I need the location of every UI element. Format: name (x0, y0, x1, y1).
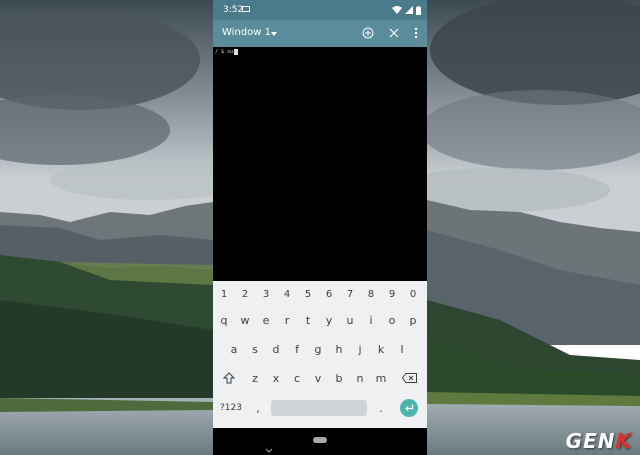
overflow-menu-button[interactable] (409, 26, 423, 40)
key-i[interactable]: i (361, 310, 381, 330)
key-a[interactable]: a (224, 339, 244, 359)
key-j[interactable]: j (350, 339, 370, 359)
watermark-text: GEN (565, 429, 616, 453)
key-7[interactable]: 7 (340, 284, 360, 304)
space-bar[interactable] (271, 400, 367, 416)
terminal-toolbar: Window 1 (213, 20, 427, 47)
more-vert-icon (414, 27, 418, 39)
close-icon (389, 28, 399, 38)
key-g[interactable]: g (308, 339, 328, 359)
backspace-key[interactable] (399, 368, 419, 388)
key-1[interactable]: 1 (214, 284, 234, 304)
new-window-button[interactable] (361, 26, 375, 40)
phone-screen: 3:52 Window 1 / $ su 1 2 3 4 5 6 7 8 9 0… (213, 0, 427, 455)
key-y[interactable]: y (319, 310, 339, 330)
keyboard-row-3: z x c v b n m (213, 368, 427, 388)
status-icons (392, 4, 421, 16)
nav-home-button[interactable] (313, 437, 327, 443)
key-u[interactable]: u (340, 310, 360, 330)
key-m[interactable]: m (371, 368, 391, 388)
terminal-area[interactable]: / $ su (213, 47, 427, 281)
battery-icon (416, 5, 421, 15)
comma-key[interactable]: , (250, 400, 266, 416)
key-k[interactable]: k (371, 339, 391, 359)
keyboard-number-row: 1 2 3 4 5 6 7 8 9 0 (213, 284, 427, 304)
terminal-prompt-text: / $ su (215, 49, 234, 55)
key-2[interactable]: 2 (235, 284, 255, 304)
chevron-down-icon (265, 448, 273, 453)
key-o[interactable]: o (382, 310, 402, 330)
key-8[interactable]: 8 (361, 284, 381, 304)
key-b[interactable]: b (329, 368, 349, 388)
key-f[interactable]: f (287, 339, 307, 359)
key-d[interactable]: d (266, 339, 286, 359)
key-4[interactable]: 4 (277, 284, 297, 304)
key-9[interactable]: 9 (382, 284, 402, 304)
wifi-icon (392, 6, 402, 14)
key-0[interactable]: 0 (403, 284, 423, 304)
key-w[interactable]: w (235, 310, 255, 330)
key-e[interactable]: e (256, 310, 276, 330)
key-6[interactable]: 6 (319, 284, 339, 304)
key-5[interactable]: 5 (298, 284, 318, 304)
window-selector[interactable]: Window 1 (222, 27, 271, 38)
add-circle-icon (362, 27, 374, 39)
key-x[interactable]: x (266, 368, 286, 388)
key-n[interactable]: n (350, 368, 370, 388)
terminal-cursor (234, 49, 239, 55)
status-bar: 3:52 (213, 0, 427, 20)
soft-keyboard: 1 2 3 4 5 6 7 8 9 0 q w e r t y u i o p … (213, 281, 427, 428)
keyboard-row-2: a s d f g h j k l (213, 339, 427, 359)
close-window-button[interactable] (387, 26, 401, 40)
key-c[interactable]: c (287, 368, 307, 388)
shift-key[interactable] (219, 368, 239, 388)
key-t[interactable]: t (298, 310, 318, 330)
key-z[interactable]: z (245, 368, 265, 388)
dropdown-arrow-icon[interactable] (271, 32, 277, 36)
terminal-line: / $ su (215, 49, 239, 55)
key-l[interactable]: l (392, 339, 412, 359)
period-key[interactable]: . (373, 400, 389, 416)
watermark-logo: GENK (566, 429, 632, 453)
enter-key[interactable] (400, 399, 418, 417)
keyboard-row-1: q w e r t y u i o p (213, 310, 427, 330)
key-3[interactable]: 3 (256, 284, 276, 304)
screenshot-icon (242, 6, 250, 12)
enter-icon (405, 404, 414, 411)
signal-icon (405, 6, 413, 14)
key-p[interactable]: p (403, 310, 423, 330)
key-s[interactable]: s (245, 339, 265, 359)
shift-icon (223, 372, 235, 384)
status-time: 3:52 (223, 5, 244, 15)
backspace-icon (401, 373, 417, 383)
nav-back-button[interactable] (265, 438, 273, 455)
navigation-bar (213, 428, 427, 455)
key-r[interactable]: r (277, 310, 297, 330)
key-q[interactable]: q (214, 310, 234, 330)
symbols-key[interactable]: ?123 (216, 400, 246, 416)
watermark-accent-letter: K (615, 429, 632, 453)
key-v[interactable]: v (308, 368, 328, 388)
key-h[interactable]: h (329, 339, 349, 359)
